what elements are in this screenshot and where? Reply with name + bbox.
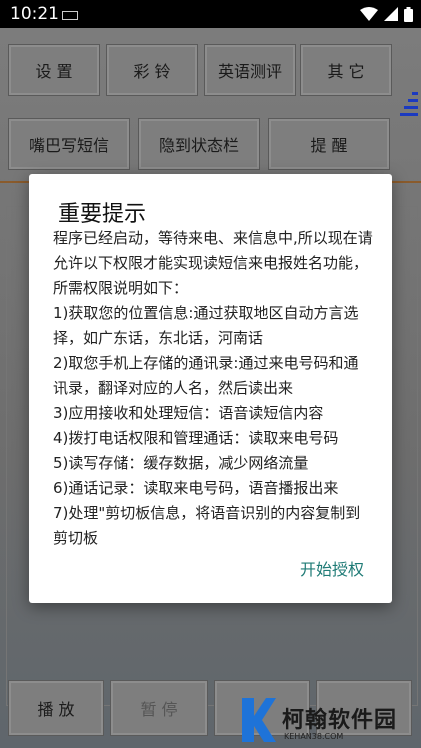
permission-dialog: 重要提示 程序已经启动，等待来电、来信息中,所以现在请允许以下权限才能实现读短信… <box>29 174 392 603</box>
ringtone-button[interactable]: 彩 铃 <box>106 44 198 96</box>
english-test-button[interactable]: 英语测评 <box>204 44 296 96</box>
watermark-logo-icon <box>242 698 276 742</box>
dialog-line: 4)拨打电话权限和管理通话：读取来电号码 <box>53 429 339 447</box>
battery-icon <box>404 6 413 22</box>
reminder-button[interactable]: 提 醒 <box>268 118 390 170</box>
watermark-name: 柯翰软件园 <box>282 708 398 733</box>
stairs-icon <box>398 92 418 122</box>
dialog-line: 3)应用接收和处理短信：语音读短信内容 <box>53 404 324 422</box>
dialog-line: 6)通话记录：读取来电号码，语音播报出来 <box>53 479 339 497</box>
dialog-line: 7)处理"剪切板信息，将语音识别的内容复制到剪切板 <box>53 504 361 547</box>
dialog-line: 程序已经启动，等待来电、来信息中,所以现在请允许以下权限才能实现读短信来电报姓名… <box>53 229 373 297</box>
dialog-line: 2)取您手机上存储的通讯录:通过来电号码和通讯录，翻译对应的人名，然后读出来 <box>53 354 359 397</box>
other-button[interactable]: 其 它 <box>300 44 392 96</box>
status-bar: 10:21 <box>0 0 421 28</box>
settings-button[interactable]: 设 置 <box>8 44 100 96</box>
pause-button[interactable]: 暂 停 <box>110 680 208 736</box>
dialog-line: 1)获取您的位置信息:通过获取地区自动方言选择，如广东话，东北话，河南话 <box>53 304 359 347</box>
status-icons <box>360 6 413 22</box>
dialog-body: 程序已经启动，等待来电、来信息中,所以现在请允许以下权限才能实现读短信来电报姓名… <box>53 226 373 551</box>
play-button[interactable]: 播 放 <box>8 680 104 736</box>
voice-sms-button[interactable]: 嘴巴写短信 <box>8 118 130 170</box>
start-authorization-button[interactable]: 开始授权 <box>300 556 364 580</box>
status-time: 10:21 <box>10 4 59 24</box>
dialog-line: 5)读写存储：缓存数据，减少网络流量 <box>53 454 309 472</box>
watermark-url: KEHAN38.COM <box>284 732 344 741</box>
hide-statusbar-button[interactable]: 隐到状态栏 <box>138 118 260 170</box>
keyboard-icon <box>62 11 78 20</box>
wifi-icon <box>360 7 378 21</box>
dialog-title: 重要提示 <box>58 202 147 227</box>
watermark: 柯翰软件园 KEHAN38.COM <box>238 696 421 748</box>
signal-icon <box>384 7 398 21</box>
